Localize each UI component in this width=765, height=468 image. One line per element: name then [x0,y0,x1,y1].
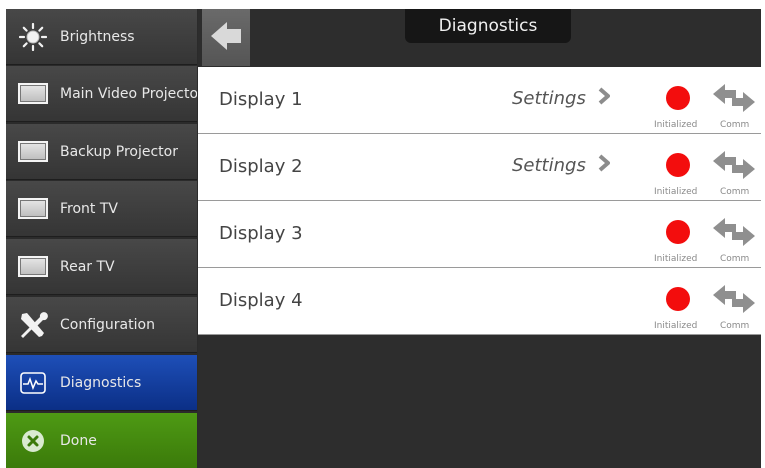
display-icon [18,255,48,279]
sidebar-item-configuration[interactable]: Configuration [6,297,197,353]
sidebar-item-label: Main Video Projector [60,85,197,102]
display-row-3: Display 3 Initialized Comm [198,201,761,268]
settings-button[interactable]: Settings [512,154,610,176]
comm-label: Comm [720,120,750,130]
touch-panel: Brightness Main Video Projector Backup P… [6,9,761,468]
status-label: Initialized [654,187,698,197]
close-circle-icon [18,429,48,453]
display-name: Display 3 [219,223,303,244]
sidebar-item-backup-projector[interactable]: Backup Projector [6,124,197,180]
settings-label: Settings [512,87,586,109]
sidebar-item-diagnostics[interactable]: Diagnostics [6,355,197,411]
settings-button[interactable]: Settings [512,87,610,109]
settings-label: Settings [512,154,586,176]
chevron-right-icon [598,87,610,109]
sidebar-item-main-video-projector[interactable]: Main Video Projector [6,66,197,122]
display-icon [18,197,48,221]
comm-arrows-icon [712,83,756,117]
top-bar: Diagnostics [198,9,761,67]
main-panel: Diagnostics Display 1 Settings Initializ… [198,9,761,468]
comm-label: Comm [720,321,750,331]
sidebar-item-label: Configuration [60,316,155,333]
status-indicator [666,86,690,110]
chevron-right-icon [598,154,610,176]
comm-label: Comm [720,254,750,264]
sun-icon [18,22,48,51]
tools-icon [18,311,48,338]
display-row-2: Display 2 Settings Initialized Comm [198,134,761,201]
sidebar-item-rear-tv[interactable]: Rear TV [6,239,197,295]
comm-label: Comm [720,187,750,197]
display-row-4: Display 4 Initialized Comm [198,268,761,335]
display-list: Display 1 Settings Initialized Comm Disp… [198,67,761,335]
status-indicator [666,287,690,311]
status-label: Initialized [654,254,698,264]
sidebar-item-done[interactable]: Done [6,413,197,468]
comm-arrows-icon [712,284,756,318]
sidebar-item-front-tv[interactable]: Front TV [6,181,197,237]
sidebar: Brightness Main Video Projector Backup P… [6,9,198,468]
back-button[interactable] [202,9,250,66]
status-indicator [666,153,690,177]
sidebar-item-brightness[interactable]: Brightness [6,9,197,65]
status-label: Initialized [654,120,698,130]
sidebar-item-label: Brightness [60,28,135,45]
page-title: Diagnostics [405,9,571,43]
sidebar-item-label: Done [60,432,97,449]
arrow-left-icon [209,19,243,57]
display-name: Display 2 [219,156,303,177]
comm-arrows-icon [712,217,756,251]
sidebar-item-label: Front TV [60,200,118,217]
sidebar-item-label: Rear TV [60,258,115,275]
sidebar-item-label: Backup Projector [60,143,178,160]
display-row-1: Display 1 Settings Initialized Comm [198,67,761,134]
comm-arrows-icon [712,150,756,184]
sidebar-item-label: Diagnostics [60,374,142,391]
waveform-icon [18,371,48,395]
display-icon [18,82,48,106]
display-name: Display 4 [219,290,303,311]
display-name: Display 1 [219,89,303,110]
status-indicator [666,220,690,244]
display-icon [18,140,48,164]
status-label: Initialized [654,321,698,331]
